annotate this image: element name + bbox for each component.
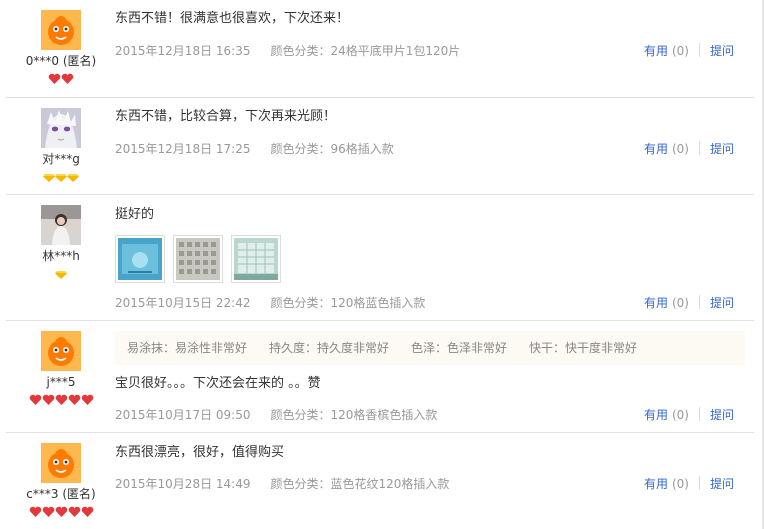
- impression-tag: 持久度：持久度非常好: [269, 341, 390, 355]
- review-user: 0***0 (匿名): [6, 10, 116, 84]
- review-item: 0***0 (匿名) 东西不错！很满意也很喜欢，下次还来！ 2015年12月18…: [6, 0, 754, 98]
- review-user: j***5: [6, 331, 116, 405]
- review-actions: 有用 (0) 提问: [644, 406, 734, 423]
- useful-button[interactable]: 有用: [644, 44, 668, 58]
- useful-count: (0): [671, 408, 689, 422]
- review-item: c***3 (匿名) 东西很漂亮，很好，值得购买 2015年10月28日 14:…: [6, 433, 754, 529]
- review-item: 对***g 东西不错，比较合算，下次再来光顾！ 2015年12月18日 17:2…: [6, 98, 754, 195]
- review-meta: 2015年10月28日 14:49 颜色分类：蓝色花纹120格插入款: [115, 475, 449, 492]
- red-heart-icon: [55, 503, 68, 517]
- review-text: 挺好的: [115, 207, 155, 222]
- photo-avatar[interactable]: [41, 205, 81, 245]
- yellow-diamond-icon: [43, 168, 55, 182]
- review-actions: 有用 (0) 提问: [644, 475, 734, 492]
- red-heart-icon: [55, 391, 68, 405]
- red-heart-icon: [61, 70, 74, 84]
- review-user: 林***h: [6, 205, 116, 279]
- buyer-rank: [6, 503, 116, 517]
- red-heart-icon: [81, 391, 94, 405]
- impression-tag: 快干：快干度非常好: [529, 341, 638, 355]
- yellow-diamond-icon: [55, 265, 67, 279]
- review-photo-thumbnail[interactable]: [231, 235, 281, 283]
- review-meta: 2015年10月17日 09:50 颜色分类：120格香槟色插入款: [115, 406, 437, 423]
- red-heart-icon: [42, 391, 55, 405]
- review-actions: 有用 (0) 提问: [644, 140, 734, 157]
- buyer-rank: [6, 265, 116, 279]
- review-date: 2015年10月28日 14:49: [115, 477, 251, 491]
- sku-info: 颜色分类：24格平底甲片1包120片: [270, 44, 461, 58]
- divider: [698, 141, 700, 155]
- divider: [698, 295, 700, 309]
- sku-info: 颜色分类：120格蓝色插入款: [270, 296, 426, 310]
- review-meta: 2015年10月15日 22:42 颜色分类：120格蓝色插入款: [115, 294, 425, 311]
- user-name: c***3 (匿名): [26, 487, 96, 501]
- impression-tag: 色泽：色泽非常好: [411, 341, 508, 355]
- impression-tags: 易涂抹：易涂性非常好 持久度：持久度非常好 色泽：色泽非常好 快干：快干度非常好: [115, 331, 745, 365]
- review-text: 宝贝很好。。。下次还会在来的 。。赞: [115, 376, 321, 391]
- red-heart-icon: [68, 391, 81, 405]
- ask-button[interactable]: 提问: [710, 477, 734, 491]
- review-photo-thumbnail[interactable]: [115, 235, 165, 283]
- red-heart-icon: [48, 70, 61, 84]
- red-heart-icon: [81, 503, 94, 517]
- review-actions: 有用 (0) 提问: [644, 42, 734, 59]
- review-text: 东西不错，比较合算，下次再来光顾！: [115, 109, 337, 124]
- review-date: 2015年12月18日 17:25: [115, 142, 251, 156]
- review-text: 东西不错！很满意也很喜欢，下次还来！: [115, 11, 350, 26]
- ask-button[interactable]: 提问: [710, 408, 734, 422]
- review-user: c***3 (匿名): [6, 443, 116, 517]
- sku-info: 颜色分类：蓝色花纹120格插入款: [270, 477, 450, 491]
- red-heart-icon: [42, 503, 55, 517]
- review-item: j***5 易涂抹：易涂性非常好 持久度：持久度非常好 色泽：色泽非常好 快干：快干度…: [6, 321, 754, 433]
- review-meta: 2015年12月18日 17:25 颜色分类：96格插入款: [115, 140, 394, 157]
- ask-button[interactable]: 提问: [710, 296, 734, 310]
- user-name: j***5: [46, 375, 76, 389]
- useful-count: (0): [671, 296, 689, 310]
- red-heart-icon: [29, 503, 42, 517]
- useful-button[interactable]: 有用: [644, 408, 668, 422]
- useful-count: (0): [671, 477, 689, 491]
- review-meta: 2015年12月18日 16:35 颜色分类：24格平底甲片1包120片: [115, 42, 460, 59]
- buyer-rank: [6, 391, 116, 405]
- divider: [698, 476, 700, 490]
- review-photo-thumbnail[interactable]: [173, 235, 223, 283]
- ask-button[interactable]: 提问: [710, 44, 734, 58]
- taobao-mascot-icon[interactable]: [41, 443, 81, 483]
- review-date: 2015年12月18日 16:35: [115, 44, 251, 58]
- yellow-diamond-icon: [55, 168, 67, 182]
- sku-info: 颜色分类：96格插入款: [270, 142, 394, 156]
- useful-count: (0): [671, 142, 689, 156]
- useful-button[interactable]: 有用: [644, 477, 668, 491]
- review-text: 东西很漂亮，很好，值得购买: [115, 445, 285, 460]
- buyer-rank: [6, 168, 116, 182]
- user-name: 0***0 (匿名): [25, 54, 97, 68]
- user-name: 对***g: [42, 152, 80, 166]
- useful-button[interactable]: 有用: [644, 142, 668, 156]
- divider: [698, 43, 700, 57]
- impression-tag: 易涂抹：易涂性非常好: [127, 341, 248, 355]
- anime-avatar[interactable]: [41, 108, 81, 148]
- review-date: 2015年10月15日 22:42: [115, 296, 251, 310]
- useful-count: (0): [671, 44, 689, 58]
- review-photos: [115, 235, 281, 283]
- taobao-mascot-icon[interactable]: [41, 10, 81, 50]
- red-heart-icon: [68, 503, 81, 517]
- taobao-mascot-icon[interactable]: [41, 331, 81, 371]
- buyer-rank: [6, 70, 116, 84]
- review-actions: 有用 (0) 提问: [644, 294, 734, 311]
- divider: [698, 407, 700, 421]
- red-heart-icon: [29, 391, 42, 405]
- review-user: 对***g: [6, 108, 116, 182]
- user-name: 林***h: [42, 249, 80, 263]
- review-item: 林***h 挺好的 2015年10月15日 22:42 颜色分类：120格蓝色插入…: [6, 195, 754, 321]
- yellow-diamond-icon: [67, 168, 79, 182]
- review-date: 2015年10月17日 09:50: [115, 408, 251, 422]
- sku-info: 颜色分类：120格香槟色插入款: [270, 408, 438, 422]
- useful-button[interactable]: 有用: [644, 296, 668, 310]
- ask-button[interactable]: 提问: [710, 142, 734, 156]
